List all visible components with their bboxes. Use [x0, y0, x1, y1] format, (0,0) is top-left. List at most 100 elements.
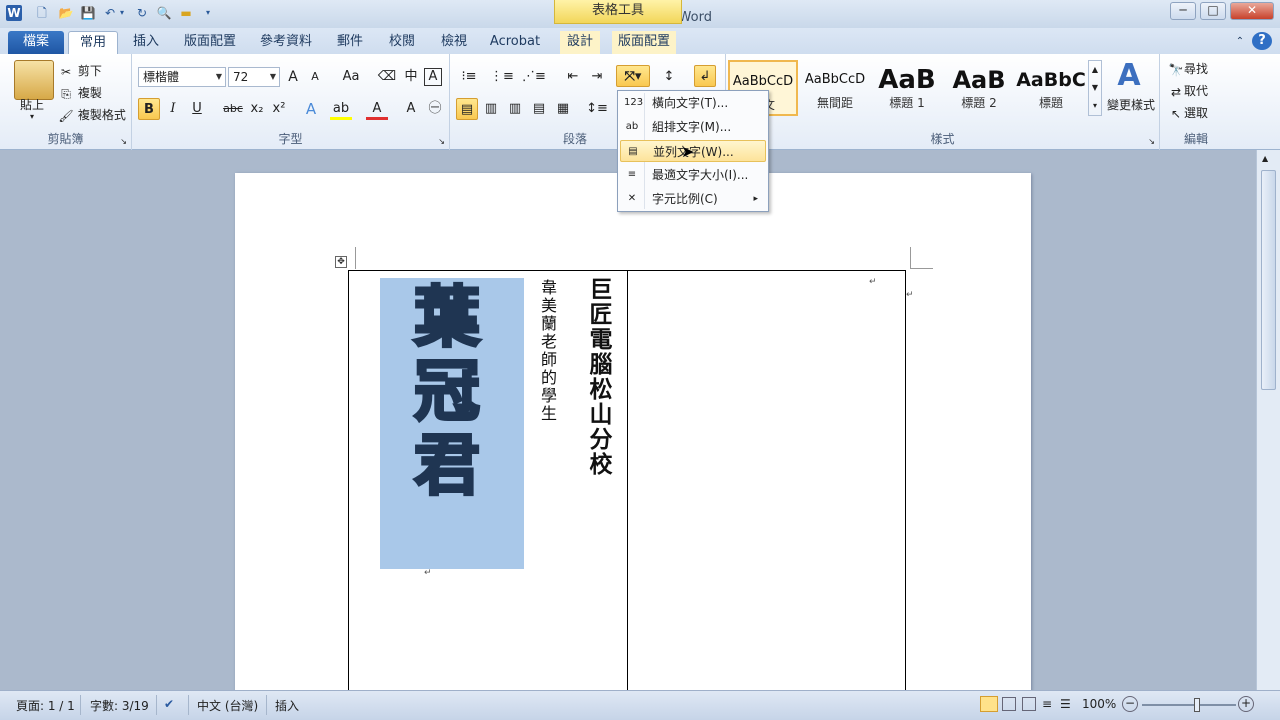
change-case-button[interactable]: Aa [336, 66, 366, 88]
text-direction-button[interactable]: ⤧▾ [616, 65, 650, 87]
zoom-in-icon[interactable]: + [1238, 696, 1254, 712]
decrease-indent-icon[interactable]: ⇤ [562, 66, 584, 88]
menu-item-label: 組排文字(M)... [652, 120, 732, 134]
menu-item-combine-characters[interactable]: ab 組排文字(M)... [620, 116, 766, 138]
insert-mode[interactable]: 插入 [275, 697, 299, 714]
styles-scroll-icon[interactable]: ▲ ▼ ▾ [1088, 60, 1102, 116]
tab-insert[interactable]: 插入 [126, 31, 166, 54]
cut-button[interactable]: ✂ 剪下 [58, 62, 102, 80]
find-button[interactable]: 🔭尋找 [1168, 60, 1209, 78]
superscript-button[interactable]: x² [268, 98, 290, 120]
zoom-slider[interactable] [1142, 698, 1236, 712]
page-indicator[interactable]: 頁面: 1 / 1 [16, 697, 75, 714]
style-title[interactable]: AaBbC 標題 [1016, 60, 1086, 116]
zoom-slider-thumb[interactable] [1194, 698, 1201, 712]
change-styles-icon[interactable]: A [1106, 58, 1152, 93]
print-layout-icon[interactable] [980, 696, 998, 712]
minimize-ribbon-icon[interactable]: ⌃ [1232, 31, 1248, 54]
tab-review[interactable]: 校閱 [382, 31, 422, 54]
bullets-icon[interactable]: ⁝≡ [458, 66, 480, 88]
vertical-scrollbar[interactable]: ▲ [1256, 150, 1280, 690]
menu-item-character-scaling[interactable]: ✕ 字元比例(C) ▸ [620, 188, 766, 210]
outline-view-icon[interactable]: ≡ [1042, 697, 1052, 711]
select-button[interactable]: ↖ 選取 [1168, 104, 1208, 122]
phonetic-guide-icon[interactable]: 中 [400, 66, 422, 88]
tab-view[interactable]: 檢視 [434, 31, 474, 54]
help-icon[interactable]: ? [1252, 32, 1272, 50]
two-lines-icon: ▤ [628, 146, 638, 157]
format-painter-button[interactable]: 🖌 複製格式 [58, 106, 125, 124]
highlight-button[interactable]: ab [330, 98, 352, 120]
document-table[interactable]: 葉冠君 ↵ 巨匠電腦松山分校 韋美蘭老師的學生 ↵ [348, 270, 906, 713]
tab-page-layout[interactable]: 版面配置 [178, 31, 242, 54]
scroll-up-icon[interactable]: ▲ [1262, 154, 1268, 163]
character-border-icon[interactable]: A [424, 68, 442, 86]
font-color-button[interactable]: A [366, 98, 388, 120]
language-indicator[interactable]: 中文 (台灣) [197, 697, 258, 714]
scissors-icon: ✂ [60, 64, 72, 79]
draft-view-icon[interactable]: ☰ [1060, 697, 1071, 711]
underline-button[interactable]: U [186, 98, 208, 120]
zoom-out-icon[interactable]: − [1122, 696, 1138, 712]
style-heading-2[interactable]: AaB 標題 2 [944, 60, 1014, 116]
full-screen-reading-icon[interactable] [1002, 697, 1016, 711]
word-count[interactable]: 字數: 3/19 [90, 697, 149, 714]
enclose-characters-icon[interactable]: ㊀ [424, 98, 446, 120]
tab-mailings[interactable]: 郵件 [330, 31, 370, 54]
scroll-thumb[interactable] [1261, 170, 1276, 390]
editing-group: 🔭尋找 ⇄ 取代 ↖ 選取 編輯 [1160, 54, 1232, 150]
font-name-combo[interactable]: 標楷體 ▼ [138, 67, 226, 87]
strikethrough-button[interactable]: abc [220, 98, 246, 120]
zoom-level[interactable]: 100% [1082, 697, 1116, 711]
minimize-button[interactable]: ─ [1170, 2, 1196, 20]
maximize-button[interactable]: □ [1200, 2, 1226, 20]
web-layout-icon[interactable] [1022, 697, 1036, 711]
italic-button[interactable]: I [162, 98, 184, 120]
justify-icon[interactable]: ▤ [528, 98, 550, 120]
bold-button[interactable]: B [138, 98, 160, 120]
clipboard-launcher-icon[interactable]: ↘ [120, 137, 127, 146]
subscript-button[interactable]: x₂ [246, 98, 268, 120]
copy-button[interactable]: ⎘ 複製 [58, 84, 102, 102]
style-no-spacing[interactable]: AaBbCcD 無間距 [800, 60, 870, 116]
shrink-font-button[interactable]: A [304, 66, 326, 88]
style-heading-1[interactable]: AaB 標題 1 [872, 60, 942, 116]
tab-file[interactable]: 檔案 [8, 31, 64, 54]
divider [80, 695, 81, 715]
align-right-icon[interactable]: ▥ [504, 98, 526, 120]
tab-table-layout[interactable]: 版面配置 [612, 31, 676, 54]
multilevel-list-icon[interactable]: ⋰≡ [522, 66, 546, 88]
sort-icon[interactable]: ↕ [658, 66, 680, 88]
line-spacing-icon[interactable]: ↕≡ [582, 98, 612, 120]
replace-button[interactable]: ⇄ 取代 [1168, 82, 1208, 100]
paste-button[interactable]: 貼上 [20, 96, 44, 113]
increase-indent-icon[interactable]: ⇥ [586, 66, 608, 88]
clear-formatting-icon[interactable]: ⌫ [376, 66, 398, 88]
distribute-icon[interactable]: ▦ [552, 98, 574, 120]
change-styles-button[interactable]: 變更樣式 [1107, 96, 1155, 113]
font-launcher-icon[interactable]: ↘ [438, 137, 445, 146]
document-page[interactable]: ✥ 葉冠君 ↵ 巨匠電腦松山分校 韋美蘭老師的學生 ↵ ↵ [235, 173, 1031, 713]
paste-icon[interactable] [14, 60, 54, 100]
show-marks-button[interactable]: ↲ [694, 65, 716, 87]
paste-dropdown-icon[interactable]: ▾ [30, 112, 34, 121]
styles-launcher-icon[interactable]: ↘ [1148, 137, 1155, 146]
justify-left-icon[interactable]: ▤ [456, 98, 478, 120]
font-size-combo[interactable]: 72 ▼ [228, 67, 280, 87]
menu-item-fit-text[interactable]: ≡ 最適文字大小(I)... [620, 164, 766, 186]
name-text-box[interactable]: 葉冠君 [380, 278, 524, 569]
numbering-icon[interactable]: ⋮≡ [490, 66, 514, 88]
copy-icon: ⎘ [61, 86, 71, 101]
table-move-handle-icon[interactable]: ✥ [335, 256, 347, 268]
tab-references[interactable]: 參考資料 [254, 31, 318, 54]
close-button[interactable]: ✕ [1230, 2, 1274, 20]
menu-item-horizontal-text[interactable]: 123 橫向文字(T)... [620, 92, 766, 114]
grow-font-button[interactable]: A [282, 66, 304, 88]
tab-acrobat[interactable]: Acrobat [486, 31, 544, 54]
tab-table-design[interactable]: 設計 [560, 31, 600, 54]
tab-home[interactable]: 常用 [68, 31, 118, 54]
proofing-icon[interactable]: ✔ [164, 697, 174, 711]
text-effects-button[interactable]: A [300, 98, 322, 120]
character-shading-icon[interactable]: A [400, 98, 422, 120]
align-center-icon[interactable]: ▥ [480, 98, 502, 120]
